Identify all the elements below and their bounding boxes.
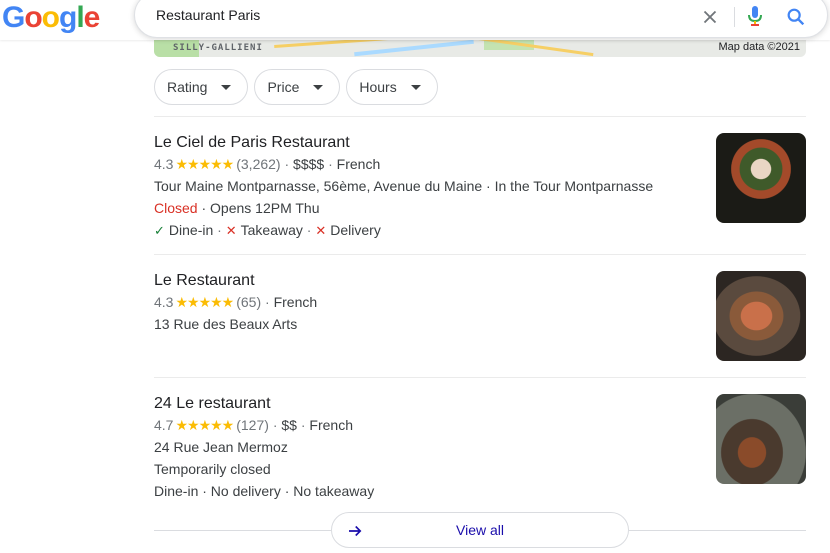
view-all-button[interactable]: View all (331, 512, 629, 548)
listing-meta: 4.3 ★★★★★ (3,262) · $$$$ · French (154, 153, 806, 175)
divider (629, 530, 806, 531)
price-level: $$ (281, 417, 297, 433)
listing-photo[interactable] (716, 394, 806, 484)
filter-rating[interactable]: Rating (154, 69, 249, 105)
search-divider (734, 7, 735, 27)
close-icon[interactable] (699, 6, 721, 28)
cross-icon: ✕ (315, 223, 327, 238)
chevron-down-icon (221, 84, 232, 90)
map-preview[interactable]: SILLY-GALLIENI Map data ©2021 (154, 38, 806, 57)
listing-meta: 4.7 ★★★★★ (127) · $$ · French (154, 414, 806, 436)
divider (154, 530, 331, 531)
service-dine-in: Dine-in (168, 222, 214, 238)
listing-address: 13 Rue des Beaux Arts (154, 316, 298, 332)
search-input[interactable]: Restaurant Paris (156, 7, 260, 23)
listing-address: 24 Rue Jean Mermoz (154, 439, 288, 455)
map-credit: Map data ©2021 (718, 41, 801, 53)
view-all-label: View all (456, 522, 504, 538)
logo-letter: o (24, 1, 42, 34)
filter-price[interactable]: Price (254, 69, 341, 105)
listing-photo[interactable] (716, 271, 806, 361)
cuisine: French (336, 156, 381, 172)
listing-item[interactable]: Le Restaurant 4.3 ★★★★★ (65) · French 13 R… (154, 271, 806, 335)
listing-name[interactable]: Le Ciel de Paris Restaurant (154, 133, 806, 153)
chevron-down-icon (313, 84, 324, 90)
listing-address: Tour Maine Montparnasse, 56ème, Avenue d… (154, 178, 654, 194)
divider (154, 254, 806, 255)
listing-photo[interactable] (716, 133, 806, 223)
listing-item[interactable]: Le Ciel de Paris Restaurant 4.3 ★★★★★ (3,2… (154, 133, 806, 242)
rating-value: 4.7 (154, 417, 174, 433)
chevron-down-icon (410, 84, 421, 90)
star-rating-icon: ★★★★★ (175, 156, 234, 172)
rating-value: 4.3 (154, 294, 174, 310)
filter-label: Price (267, 79, 300, 95)
filter-label: Hours (359, 79, 397, 95)
google-logo[interactable]: Google (2, 1, 101, 35)
listing-item[interactable]: 24 Le restaurant 4.7 ★★★★★ (127) · $$ · Fr… (154, 394, 806, 502)
listing-status: Closed · Opens 12PM Thu (154, 197, 806, 219)
search-icon[interactable] (785, 6, 807, 28)
status-temporarily-closed: Temporarily closed (154, 461, 271, 477)
service-takeaway: Takeaway (240, 222, 303, 238)
filter-label: Rating (167, 79, 208, 95)
listing-services: Dine-in · No delivery · No takeaway (154, 483, 375, 499)
check-icon: ✓ (154, 223, 165, 238)
logo-letter: G (2, 1, 25, 34)
logo-letter: e (83, 1, 101, 34)
star-rating-icon: ★★★★★ (175, 417, 234, 433)
review-count[interactable]: (127) (236, 417, 269, 433)
cuisine: French (273, 294, 318, 310)
map-river (354, 39, 474, 57)
mic-icon[interactable] (747, 5, 763, 27)
listing-services: ✓ Dine-in · ✕ Takeaway · ✕ Delivery (154, 222, 381, 238)
star-rating-icon: ★★★★★ (175, 294, 234, 310)
filter-chips: Rating Price Hours (154, 69, 438, 105)
service-delivery: Delivery (330, 222, 381, 238)
logo-letter: o (41, 1, 60, 34)
divider (154, 377, 806, 378)
review-count[interactable]: (65) (236, 294, 261, 310)
arrow-right-icon (349, 525, 362, 537)
cross-icon: ✕ (225, 223, 237, 238)
cuisine: French (309, 417, 353, 433)
listing-meta: 4.3 ★★★★★ (65) · French (154, 291, 806, 313)
search-header: Google Restaurant Paris (0, 0, 830, 40)
opening-hours: · Opens 12PM Thu (201, 200, 320, 216)
divider (154, 116, 806, 117)
rating-value: 4.3 (154, 156, 174, 172)
search-box[interactable]: Restaurant Paris (134, 0, 828, 38)
listing-name[interactable]: Le Restaurant (154, 271, 806, 291)
price-level: $$$$ (293, 156, 325, 172)
status-closed: Closed (154, 200, 198, 216)
map-area-label: SILLY-GALLIENI (173, 43, 263, 53)
logo-letter: g (59, 1, 77, 34)
logo-letter: l (76, 1, 84, 34)
listing-name[interactable]: 24 Le restaurant (154, 394, 806, 414)
filter-hours[interactable]: Hours (346, 69, 438, 105)
review-count[interactable]: (3,262) (236, 156, 280, 172)
